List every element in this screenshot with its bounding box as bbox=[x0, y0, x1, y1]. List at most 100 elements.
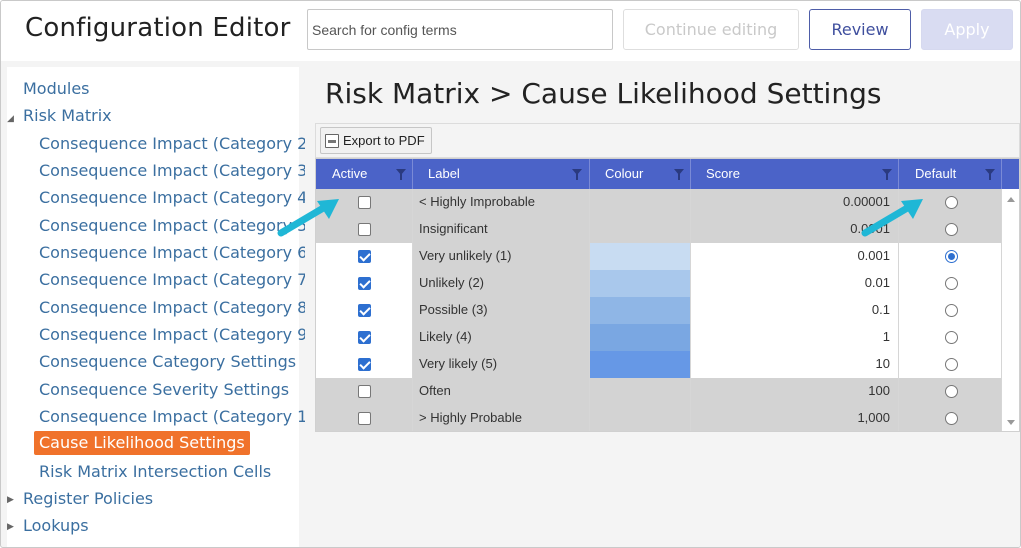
sidebar-item-lookups[interactable]: Lookups bbox=[23, 516, 89, 535]
cell-default bbox=[899, 351, 1002, 378]
default-radio[interactable] bbox=[945, 331, 958, 344]
scroll-up-icon[interactable] bbox=[1007, 197, 1015, 202]
column-header-colour[interactable]: Colour bbox=[590, 159, 691, 189]
cell-label[interactable]: Often bbox=[413, 378, 590, 405]
column-header-label: Default bbox=[915, 166, 957, 181]
cell-colour-swatch[interactable] bbox=[590, 243, 691, 270]
sidebar-item-label: Consequence Impact (Category 2) bbox=[39, 134, 314, 153]
active-checkbox[interactable] bbox=[358, 412, 371, 425]
search-input[interactable] bbox=[307, 9, 613, 50]
column-header-label[interactable]: Label bbox=[413, 159, 590, 189]
active-checkbox[interactable] bbox=[358, 358, 371, 371]
cell-default bbox=[899, 270, 1002, 297]
filter-icon[interactable] bbox=[985, 169, 995, 180]
caret-collapsed-icon[interactable]: ▶ bbox=[7, 521, 14, 532]
sidebar-item-consequence-impact-6[interactable]: Consequence Impact (Category 6) bbox=[39, 243, 314, 262]
sidebar-item-consequence-impact-3[interactable]: Consequence Impact (Category 3) bbox=[39, 161, 314, 180]
column-header-default[interactable]: Default bbox=[899, 159, 1002, 189]
active-checkbox[interactable] bbox=[358, 304, 371, 317]
cell-label[interactable]: Very unlikely (1) bbox=[413, 243, 590, 270]
cell-colour-swatch[interactable] bbox=[590, 378, 691, 405]
cell-score[interactable]: 0.01 bbox=[691, 270, 899, 297]
sidebar-item-consequence-severity-settings[interactable]: Consequence Severity Settings bbox=[39, 380, 289, 399]
filter-icon[interactable] bbox=[572, 169, 582, 180]
table-row[interactable]: Often 100 bbox=[316, 378, 1002, 405]
sidebar-item-label: Modules bbox=[23, 79, 90, 98]
cell-label[interactable]: Very likely (5) bbox=[413, 351, 590, 378]
sidebar-item-consequence-impact-7[interactable]: Consequence Impact (Category 7) bbox=[39, 270, 314, 289]
default-radio[interactable] bbox=[945, 385, 958, 398]
cell-score[interactable]: 1,000 bbox=[691, 405, 899, 431]
top-bar: Configuration Editor Continue editing Re… bbox=[1, 1, 1020, 61]
sidebar-item-label: Risk Matrix bbox=[23, 106, 112, 125]
sidebar-item-consequence-impact-8[interactable]: Consequence Impact (Category 8) bbox=[39, 298, 314, 317]
table-row[interactable]: Very unlikely (1) 0.001 bbox=[316, 243, 1002, 270]
cell-active bbox=[316, 351, 413, 378]
cell-label[interactable]: Insignificant bbox=[413, 216, 590, 243]
continue-editing-button[interactable]: Continue editing bbox=[623, 9, 799, 50]
cell-score[interactable]: 0.001 bbox=[691, 243, 899, 270]
apply-button[interactable]: Apply bbox=[921, 9, 1013, 50]
default-radio[interactable] bbox=[945, 304, 958, 317]
sidebar-item-risk-matrix[interactable]: Risk Matrix bbox=[23, 106, 112, 125]
caret-collapsed-icon[interactable]: ▶ bbox=[7, 494, 14, 505]
cell-colour-swatch[interactable] bbox=[590, 270, 691, 297]
scroll-down-icon[interactable] bbox=[1007, 420, 1015, 425]
active-checkbox[interactable] bbox=[358, 385, 371, 398]
default-radio[interactable] bbox=[945, 196, 958, 209]
default-radio[interactable] bbox=[945, 358, 958, 371]
active-checkbox[interactable] bbox=[358, 277, 371, 290]
cell-score[interactable]: 1 bbox=[691, 324, 899, 351]
default-radio[interactable] bbox=[945, 223, 958, 236]
active-checkbox[interactable] bbox=[358, 196, 371, 209]
column-header-active[interactable]: Active bbox=[316, 159, 413, 189]
sidebar-item-consequence-impact-2[interactable]: Consequence Impact (Category 2) bbox=[39, 134, 314, 153]
review-button[interactable]: Review bbox=[809, 9, 911, 50]
sidebar-item-label: Lookups bbox=[23, 516, 89, 535]
cell-label[interactable]: Likely (4) bbox=[413, 324, 590, 351]
table-row[interactable]: Possible (3) 0.1 bbox=[316, 297, 1002, 324]
header-scroll-spacer bbox=[1002, 159, 1019, 189]
cell-colour-swatch[interactable] bbox=[590, 351, 691, 378]
cell-label[interactable]: Possible (3) bbox=[413, 297, 590, 324]
active-checkbox[interactable] bbox=[358, 250, 371, 263]
active-checkbox[interactable] bbox=[358, 331, 371, 344]
export-pdf-label: Export to PDF bbox=[343, 133, 425, 148]
sidebar-item-consequence-impact-1[interactable]: Consequence Impact (Category 1) bbox=[39, 407, 314, 426]
table-row[interactable]: Very likely (5) 10 bbox=[316, 351, 1002, 378]
vertical-scrollbar[interactable] bbox=[1002, 189, 1019, 431]
column-header-label: Active bbox=[332, 166, 368, 181]
sidebar-item-modules[interactable]: Modules bbox=[23, 79, 90, 98]
cell-colour-swatch[interactable] bbox=[590, 297, 691, 324]
active-checkbox[interactable] bbox=[358, 223, 371, 236]
export-pdf-button[interactable]: Export to PDF bbox=[320, 127, 432, 154]
cell-score[interactable]: 10 bbox=[691, 351, 899, 378]
cell-colour-swatch[interactable] bbox=[590, 216, 691, 243]
cell-colour-swatch[interactable] bbox=[590, 189, 691, 216]
sidebar-item-cause-likelihood-settings[interactable]: Cause Likelihood Settings bbox=[34, 431, 250, 455]
caret-expanded-icon[interactable]: ◢ bbox=[7, 113, 14, 124]
column-header-label: Colour bbox=[605, 166, 644, 181]
cell-colour-swatch[interactable] bbox=[590, 405, 691, 431]
table-row[interactable]: Likely (4) 1 bbox=[316, 324, 1002, 351]
cell-label[interactable]: Unlikely (2) bbox=[413, 270, 590, 297]
cell-colour-swatch[interactable] bbox=[590, 324, 691, 351]
cell-label[interactable]: < Highly Improbable bbox=[413, 189, 590, 216]
sidebar-item-label: Consequence Impact (Category 8) bbox=[39, 298, 314, 317]
cell-score[interactable]: 0.1 bbox=[691, 297, 899, 324]
cell-score[interactable]: 100 bbox=[691, 378, 899, 405]
default-radio[interactable] bbox=[945, 250, 958, 263]
default-radio[interactable] bbox=[945, 277, 958, 290]
sidebar-item-consequence-impact-9[interactable]: Consequence Impact (Category 9) bbox=[39, 325, 314, 344]
default-radio[interactable] bbox=[945, 412, 958, 425]
table-row[interactable]: Unlikely (2) 0.01 bbox=[316, 270, 1002, 297]
filter-icon[interactable] bbox=[396, 169, 406, 180]
sidebar-item-register-policies[interactable]: Register Policies bbox=[23, 489, 153, 508]
sidebar-item-risk-matrix-intersection-cells[interactable]: Risk Matrix Intersection Cells bbox=[39, 462, 271, 481]
cell-label[interactable]: > Highly Probable bbox=[413, 405, 590, 431]
sidebar-item-consequence-category-settings[interactable]: Consequence Category Settings bbox=[39, 352, 296, 371]
filter-icon[interactable] bbox=[882, 169, 892, 180]
filter-icon[interactable] bbox=[674, 169, 684, 180]
column-header-score[interactable]: Score bbox=[691, 159, 899, 189]
table-row[interactable]: > Highly Probable 1,000 bbox=[316, 405, 1002, 431]
